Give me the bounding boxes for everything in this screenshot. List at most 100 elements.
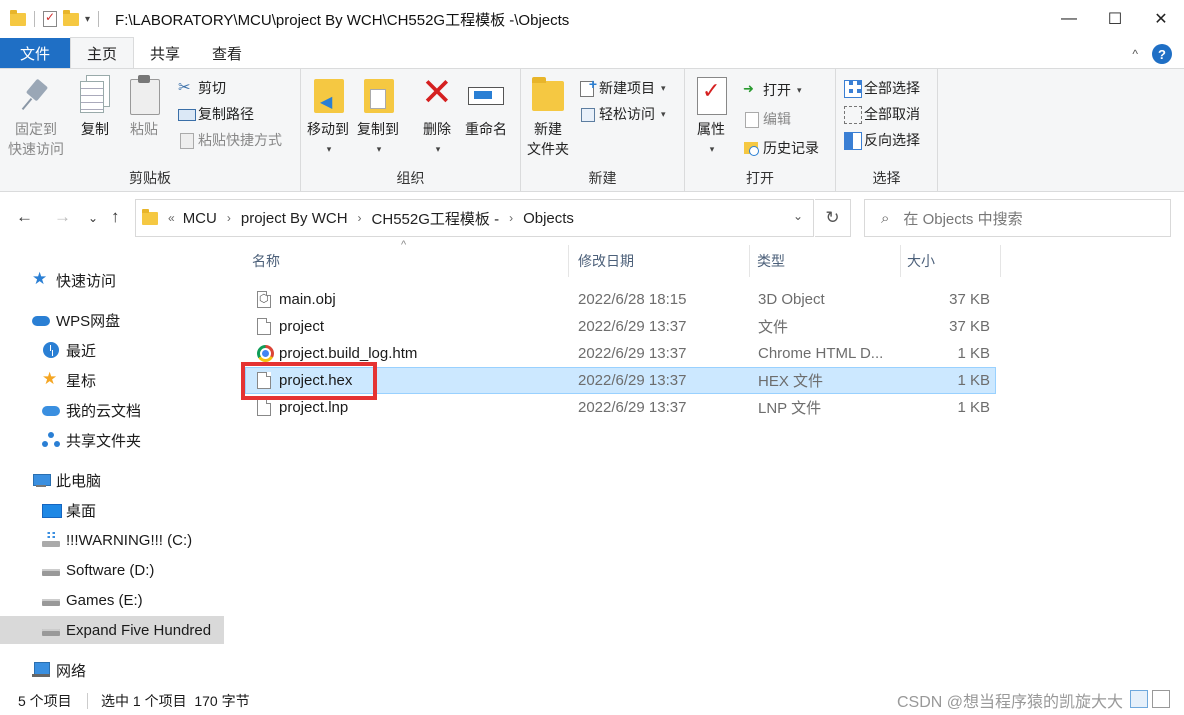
sidebar-item-quick-access[interactable]: 快速访问 <box>32 266 116 294</box>
easy-access-button[interactable]: 轻松访问 ▾ <box>579 103 666 125</box>
maximize-button[interactable]: ☐ <box>1092 0 1138 38</box>
clipboard-group: 固定到 快速访问 复制 粘贴 剪切 复制路径 粘贴快捷方式 剪贴板 <box>0 69 301 191</box>
file-size: 37 KB <box>949 318 990 335</box>
large-icons-view-icon[interactable] <box>1152 690 1170 708</box>
breadcrumb-chevron-icon[interactable]: › <box>358 211 362 225</box>
sidebar-item-wps-drive[interactable]: WPS网盘 <box>32 306 120 334</box>
sidebar-item-label: 最近 <box>66 342 97 360</box>
paste-shortcut-button[interactable]: 粘贴快捷方式 <box>178 129 282 151</box>
customize-toolbar-dropdown[interactable]: ▾ <box>85 14 90 25</box>
sidebar-item-label: Software (D:) <box>66 561 155 579</box>
select-none-label: 全部取消 <box>864 106 920 122</box>
paste-button[interactable]: 粘贴 <box>130 75 160 139</box>
new-item-button[interactable]: 新建项目 ▾ <box>579 76 666 99</box>
select-all-button[interactable]: 全部选择 <box>844 77 920 99</box>
history-button[interactable]: 历史记录 <box>743 137 819 159</box>
breadcrumb-objects[interactable]: Objects <box>523 210 574 227</box>
refresh-button[interactable]: ↻ <box>815 199 851 237</box>
close-button[interactable]: ✕ <box>1138 0 1184 38</box>
sidebar-item-label: WPS网盘 <box>56 312 121 330</box>
pin-label-2: 快速访问 <box>8 141 64 157</box>
select-none-button[interactable]: 全部取消 <box>844 103 920 125</box>
cut-button[interactable]: 剪切 <box>178 77 226 99</box>
open-button[interactable]: 打开 ▾ <box>743 79 802 101</box>
star-icon <box>32 269 50 289</box>
sidebar-item-drive-d[interactable]: Software (D:) <box>42 556 154 584</box>
column-header-type[interactable]: 类型 <box>757 245 897 277</box>
breadcrumb-chevron-icon[interactable]: › <box>509 211 513 225</box>
column-header-size[interactable]: 大小 <box>907 245 987 277</box>
select-none-icon <box>844 106 862 124</box>
properties-quick-icon[interactable] <box>43 10 57 27</box>
delete-button[interactable]: 删除 ▾ <box>419 73 455 159</box>
search-box[interactable]: ⌕ 在 Objects 中搜索 <box>864 199 1171 237</box>
new-folder-icon <box>530 75 566 115</box>
delete-label: 删除 <box>423 121 451 137</box>
sidebar-item-drive-c[interactable]: !!!WARNING!!! (C:) <box>42 526 192 554</box>
edit-label: 编辑 <box>763 111 791 127</box>
copy-button[interactable]: 复制 <box>80 75 110 139</box>
organize-group: 移动到 ▾ 复制到 ▾ 删除 ▾ 重命名 组织 <box>301 69 521 191</box>
open-icon <box>743 81 759 98</box>
minimize-ribbon-icon[interactable]: ^ <box>1132 47 1138 61</box>
table-row[interactable]: project 2022/6/29 13:37 文件 37 KB <box>245 313 996 340</box>
tab-home[interactable]: 主页 <box>70 37 135 68</box>
help-icon[interactable]: ? <box>1152 44 1172 64</box>
copy-path-icon <box>178 106 196 122</box>
copy-path-button[interactable]: 复制路径 <box>178 103 254 125</box>
tab-file[interactable]: 文件 <box>0 38 70 68</box>
address-dropdown-icon[interactable]: ⌄ <box>793 209 803 223</box>
drive-icon <box>42 622 60 638</box>
copy-to-button[interactable]: 复制到 ▾ <box>357 75 399 159</box>
sidebar-item-label: !!!WARNING!!! (C:) <box>66 531 193 549</box>
address-bar[interactable]: « MCU › project By WCH › CH552G工程模板 - › … <box>135 199 814 237</box>
table-row[interactable]: main.obj 2022/6/28 18:15 3D Object 37 KB <box>245 286 996 313</box>
breadcrumb-project-by-wch[interactable]: project By WCH <box>241 210 348 227</box>
sidebar-item-network[interactable]: 网络 <box>32 656 86 684</box>
computer-icon <box>32 472 51 488</box>
column-divider[interactable] <box>1000 245 1001 277</box>
recent-locations-chevron-icon[interactable]: ⌄ <box>88 211 98 225</box>
sidebar-item-shared-folder[interactable]: 共享文件夹 <box>42 426 141 454</box>
copy-path-label: 复制路径 <box>198 106 254 122</box>
new-folder-button[interactable]: 新建 文件夹 <box>527 75 569 159</box>
sidebar-item-expand-five-hundred[interactable]: Expand Five Hundred <box>0 616 224 644</box>
new-folder-quick-icon[interactable] <box>63 9 79 26</box>
sidebar-item-label: Expand Five Hundred <box>66 621 212 639</box>
details-view-icon[interactable] <box>1130 690 1148 708</box>
breadcrumb-mcu[interactable]: MCU <box>183 210 217 227</box>
minimize-button[interactable]: — <box>1046 0 1092 38</box>
column-divider[interactable] <box>749 245 750 277</box>
scissors-icon <box>178 78 194 96</box>
up-arrow-icon[interactable]: ↑ <box>111 207 120 227</box>
copy-label: 复制 <box>81 121 109 137</box>
sidebar-item-desktop[interactable]: 桌面 <box>42 496 96 524</box>
move-to-button[interactable]: 移动到 ▾ <box>307 75 349 159</box>
column-header-date[interactable]: 修改日期 <box>578 245 748 277</box>
file-name: main.obj <box>279 291 336 308</box>
breadcrumb-ch552g-template[interactable]: CH552G工程模板 - <box>372 208 500 229</box>
tab-share[interactable]: 共享 <box>134 38 196 68</box>
rename-button[interactable]: 重命名 <box>465 75 507 139</box>
column-divider[interactable] <box>900 245 901 277</box>
pin-to-quick-access-button[interactable]: 固定到 快速访问 <box>8 75 64 159</box>
file-name: project.lnp <box>279 399 349 416</box>
sidebar-item-recent[interactable]: 最近 <box>42 336 96 364</box>
file-type: HEX 文件 <box>758 373 824 390</box>
sidebar-item-cloud-docs[interactable]: 我的云文档 <box>42 396 141 424</box>
tab-view[interactable]: 查看 <box>196 38 258 68</box>
sidebar-item-drive-e[interactable]: Games (E:) <box>42 586 143 614</box>
sidebar-item-this-pc[interactable]: 此电脑 <box>32 466 101 494</box>
overflow-chevron-icon[interactable]: « <box>168 211 175 225</box>
column-header-name[interactable]: 名称 <box>252 245 572 277</box>
back-arrow-icon[interactable]: ← <box>16 207 33 227</box>
edit-button[interactable]: 编辑 <box>743 108 791 130</box>
invert-selection-button[interactable]: 反向选择 <box>844 129 920 151</box>
forward-arrow-icon[interactable]: → <box>54 207 71 227</box>
column-divider[interactable] <box>568 245 569 277</box>
breadcrumb-chevron-icon[interactable]: › <box>227 211 231 225</box>
sidebar-item-starred[interactable]: 星标 <box>42 366 96 394</box>
properties-button[interactable]: 属性 ▾ <box>693 75 729 159</box>
new-folder-label-2: 文件夹 <box>527 141 569 157</box>
easy-access-icon <box>579 106 595 122</box>
